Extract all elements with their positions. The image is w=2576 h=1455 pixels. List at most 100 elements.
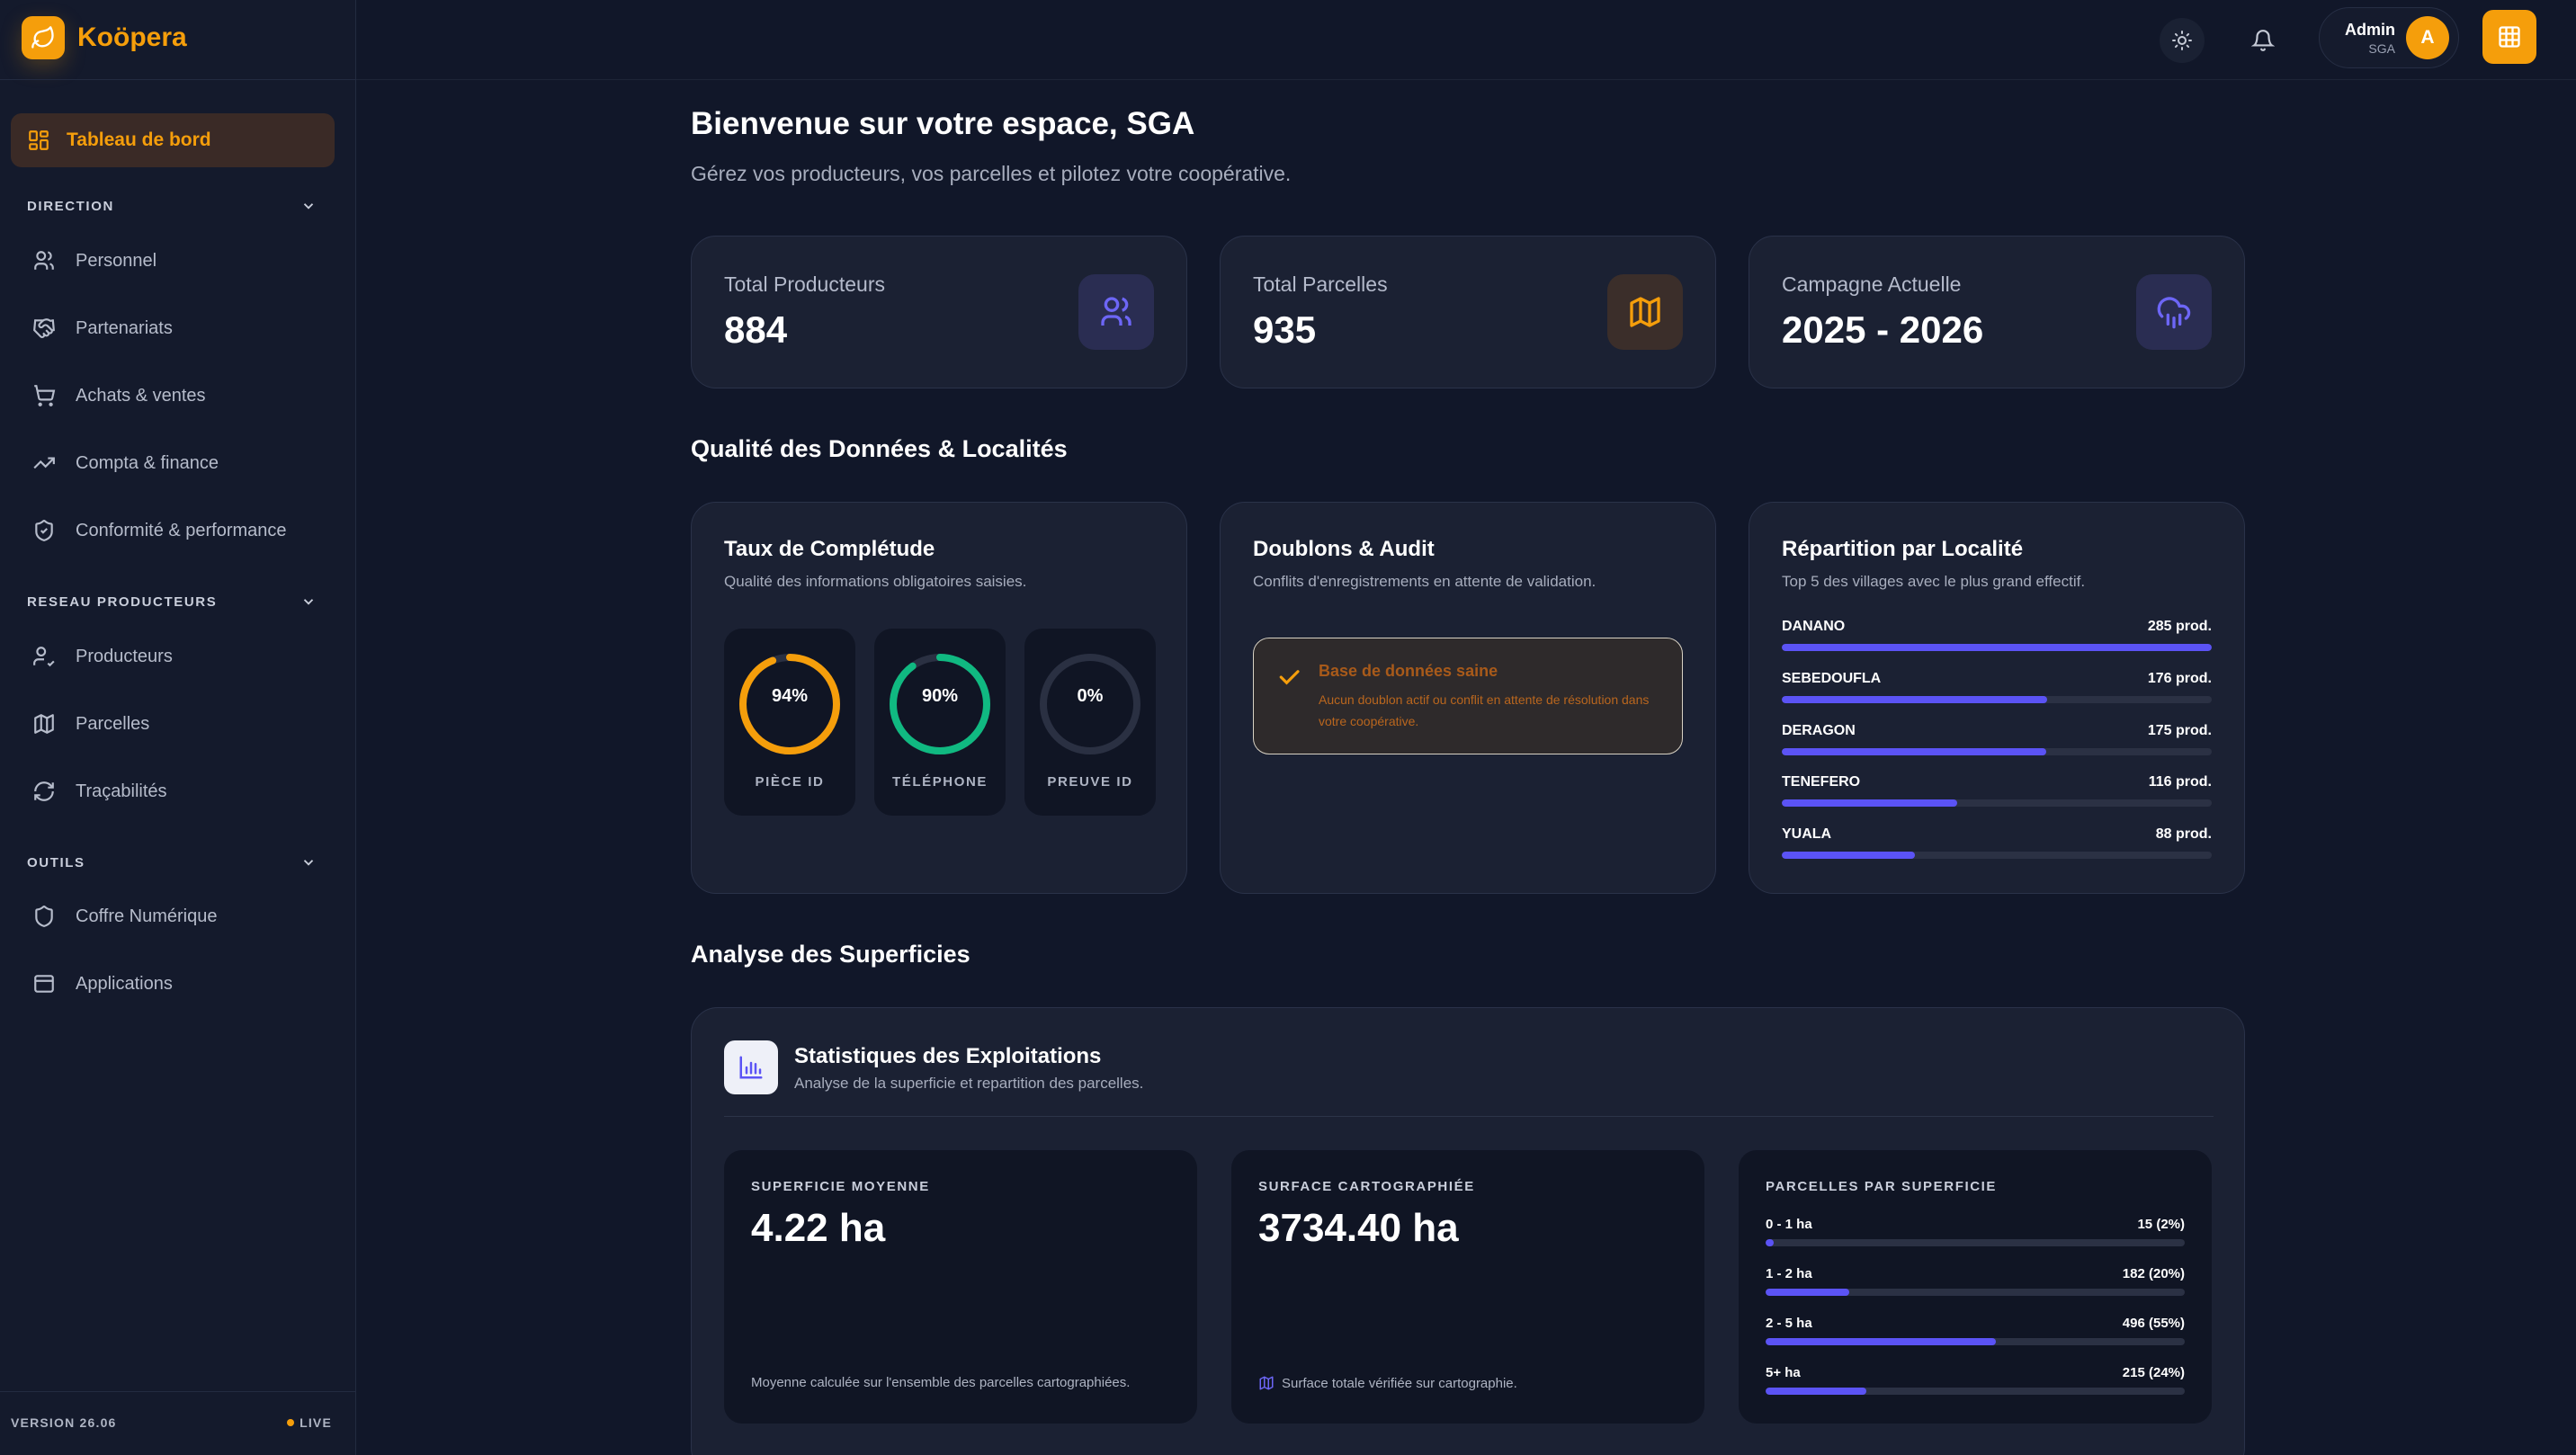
apps-grid-button[interactable] [2482,10,2536,64]
distribution-row: 5+ ha 215 (24%) [1766,1365,2185,1395]
chevron-down-icon [303,860,314,866]
user-text: Admin SGA [2345,21,2395,56]
notifications-button[interactable] [2241,18,2285,63]
distribution-row: 1 - 2 ha 182 (20%) [1766,1266,2185,1296]
version-label: VERSION 26.06 [11,1415,117,1430]
refresh-icon [34,781,54,801]
panel-subtitle: Qualité des informations obligatoires sa… [724,573,1027,590]
locality-row: DANANO 285 prod. [1782,619,2212,651]
nav-label: Applications [76,973,173,994]
locality-row: TENEFERO 116 prod. [1782,774,2212,807]
progress-fill [1766,1239,1775,1246]
panel-subtitle: Conflits d'enregistrements en attente de… [1253,573,1597,590]
users-icon [34,251,54,270]
shield-icon [35,906,53,927]
bar-chart-icon [724,1040,778,1094]
grid-icon [2499,26,2520,48]
card-parcelles-par-superficie: PARCELLES PAR SUPERFICIE 0 - 1 ha 15 (2%)… [1739,1150,2212,1424]
nav-item-applications[interactable]: Applications [32,966,173,1002]
progress-fill [1766,1338,1997,1345]
section-title: RESEAU PRODUCTEURS [27,594,218,610]
stat-value: 2025 - 2026 [1782,308,1984,351]
section-reseau-producteurs[interactable]: RESEAU PRODUCTEURS [27,594,317,610]
section-heading-quality: Qualité des Données & Localités [691,435,1068,462]
theme-toggle-button[interactable] [2160,18,2205,63]
locality-name: DANANO [1782,619,1846,634]
footnote-text: Surface totale vérifiée sur cartographie… [1282,1375,1517,1391]
nav-item-compta-finance[interactable]: Compta & finance [32,445,219,481]
audit-status-title: Base de données saine [1319,662,1498,680]
avatar: A [2406,16,2449,59]
card-footnote: Moyenne calculée sur l'ensemble des parc… [751,1375,1130,1390]
footnote-text: Moyenne calculée sur l'ensemble des parc… [751,1375,1131,1390]
trend-icon [33,457,55,469]
section-heading-surface: Analyse des Superficies [691,941,970,968]
stat-card-campagne: Campagne Actuelle 2025 - 2026 [1749,236,2245,388]
card-label: SUPERFICIE MOYENNE [751,1179,930,1194]
locality-row: YUALA 88 prod. [1782,826,2212,859]
dashboard-icon [29,130,49,150]
status-dot [287,1419,295,1426]
section-direction[interactable]: DIRECTION [27,198,317,214]
nav-item-achats-ventes[interactable]: Achats & ventes [32,378,206,414]
locality-value: 175 prod. [2147,723,2212,738]
stat-value: 935 [1253,308,1317,351]
nav-item-partenariats[interactable]: Partenariats [32,310,173,346]
locality-value: 116 prod. [2148,774,2212,790]
progress-fill [1782,852,1915,859]
nav-label: Partenariats [76,317,173,338]
panel-title: Répartition par Localité [1782,537,2024,561]
nav-item-tracabilites[interactable]: Traçabilités [32,773,167,809]
audit-status-box: Base de données saine Aucun doublon acti… [1253,638,1683,754]
user-check-icon [33,647,55,667]
nav-item-personnel[interactable]: Personnel [32,243,157,279]
divider [724,1116,2214,1117]
progress-track [1782,644,2212,651]
stat-card-producteurs: Total Producteurs 884 [691,236,1187,388]
card-label: SURFACE CARTOGRAPHIÉE [1258,1179,1475,1194]
locality-name: SEBEDOUFLA [1782,671,1882,686]
nav-label: Conformité & performance [76,520,287,540]
progress-track [1782,748,2212,755]
progress-fill [1782,799,1957,807]
locality-name: TENEFERO [1782,774,1861,790]
progress-fill [1766,1388,1866,1395]
card-superficie-moyenne: SUPERFICIE MOYENNE 4.22 ha Moyenne calcu… [724,1150,1197,1424]
panel-subtitle: Top 5 des villages avec le plus grand ef… [1782,573,2086,590]
user-org: SGA [2368,40,2395,56]
progress-fill [1782,644,2212,651]
progress-track [1766,1239,2185,1246]
nav-item-producteurs[interactable]: Producteurs [32,638,173,674]
brand[interactable]: Koöpera [22,16,187,59]
cloud-rain-icon [2136,274,2212,350]
nav-label: Traçabilités [76,781,167,801]
locality-row: DERAGON 175 prod. [1782,723,2212,755]
gauge-label: TÉLÉPHONE [891,774,988,790]
user-menu[interactable]: Admin SGA A [2319,7,2459,68]
progress-fill [1782,696,2048,703]
progress-track [1766,1289,2185,1296]
topbar-divider [356,79,2576,80]
nav-label: Tableau de bord [67,129,211,150]
gauge-telephone: 90% TÉLÉPHONE [874,629,1006,816]
live-label: LIVE [300,1415,332,1430]
nav-item-coffre-numerique[interactable]: Coffre Numérique [32,898,217,934]
chevron-down-icon [303,203,314,210]
nav-label: Achats & ventes [76,385,206,406]
check-icon [1279,670,1300,685]
nav-label: Compta & finance [76,452,219,473]
range-value: 496 (55%) [2122,1316,2185,1331]
nav-item-dashboard[interactable]: Tableau de bord [11,113,335,167]
nav-item-conformite[interactable]: Conformité & performance [32,513,287,549]
leaf-logo-icon [22,16,65,59]
page-title: Bienvenue sur votre espace, SGA [691,106,1195,141]
distribution-row: 0 - 1 ha 15 (2%) [1766,1217,2185,1246]
divider [0,79,356,80]
divider [0,1391,356,1392]
section-outils[interactable]: OUTILS [27,854,317,870]
bell-icon [2251,30,2275,51]
panel-title: Statistiques des Exploitations [794,1044,1102,1068]
nav-item-parcelles[interactable]: Parcelles [32,706,149,742]
handshake-icon [33,318,55,338]
gauge-label: PREUVE ID [1047,774,1133,790]
